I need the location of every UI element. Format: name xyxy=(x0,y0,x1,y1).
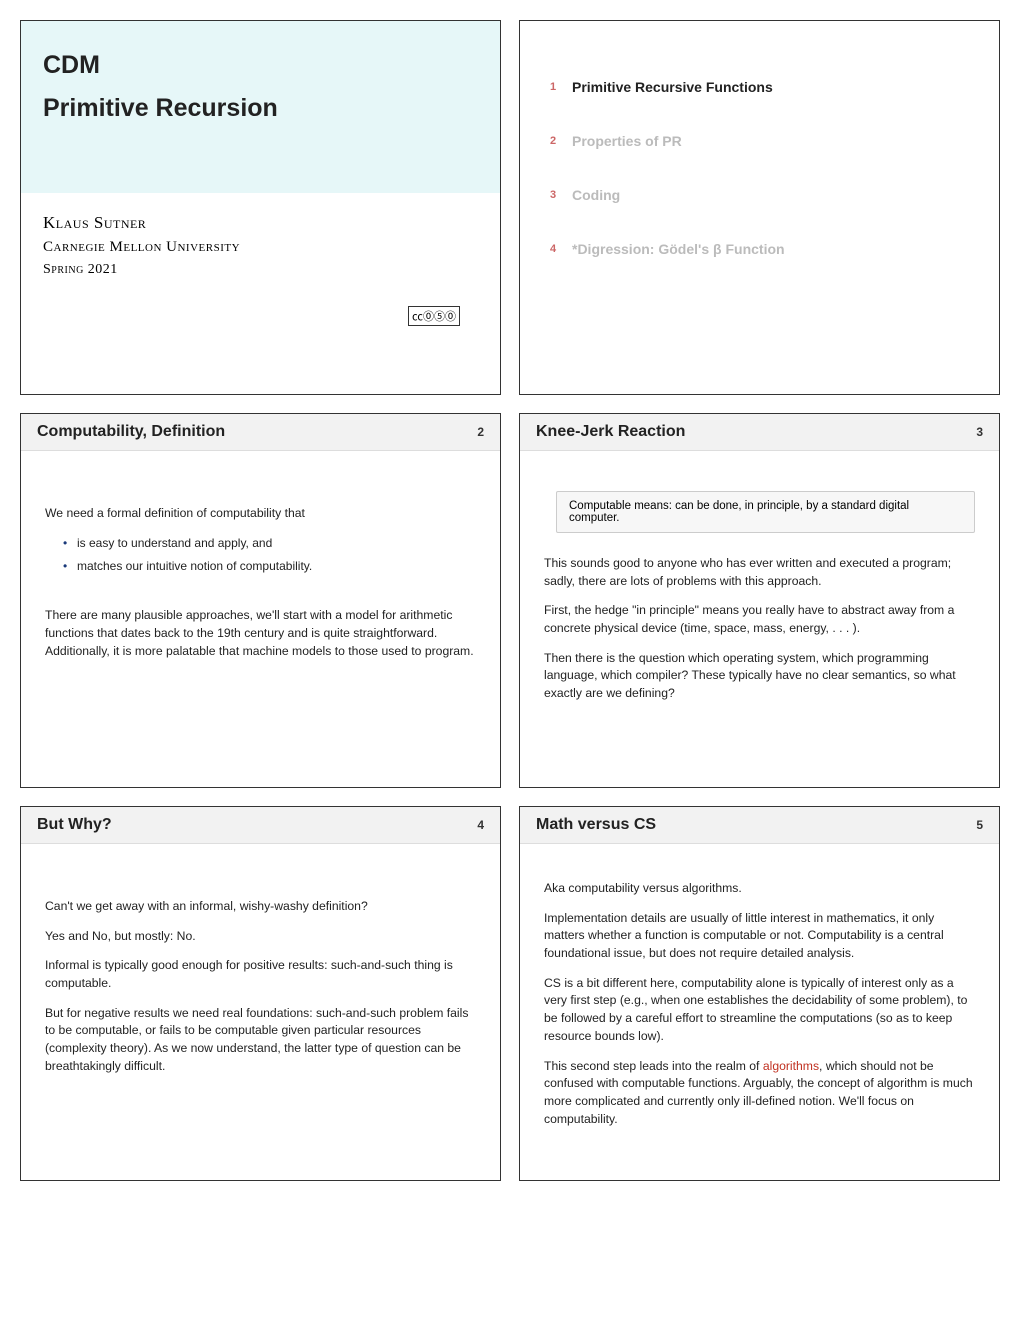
paragraph: Then there is the question which operati… xyxy=(544,650,975,703)
toc-label: *Digression: Gödel's β Function xyxy=(572,241,785,257)
slide-number: 3 xyxy=(976,425,983,439)
paragraph: CS is a bit different here, computabilit… xyxy=(544,975,975,1046)
course-code: CDM xyxy=(43,51,478,80)
paragraph: We need a formal definition of computabi… xyxy=(45,505,476,523)
toc-num: 4 xyxy=(550,241,560,257)
toc-num: 3 xyxy=(550,187,560,203)
paragraph: Yes and No, but mostly: No. xyxy=(45,928,476,946)
title-slide: CDM Primitive Recursion Klaus Sutner Car… xyxy=(20,20,501,395)
toc-slide: 1 Primitive Recursive Functions 2 Proper… xyxy=(519,20,1000,395)
slide-header: Math versus CS 5 xyxy=(520,807,999,844)
paragraph: This second step leads into the realm of… xyxy=(544,1058,975,1129)
text: This second step leads into the realm of xyxy=(544,1059,763,1073)
slide-title: Computability, Definition xyxy=(37,423,225,441)
callout-box: Computable means: can be done, in princi… xyxy=(556,491,975,533)
slide-body: This sounds good to anyone who has ever … xyxy=(520,551,999,733)
term: Spring 2021 xyxy=(43,262,478,278)
toc-label-text: *Digression: Gödel's β Function xyxy=(572,241,785,257)
toc-label: Coding xyxy=(572,187,620,203)
slide-grid: CDM Primitive Recursion Klaus Sutner Car… xyxy=(20,20,1000,1181)
slide-title: Math versus CS xyxy=(536,816,656,834)
toc-label: Primitive Recursive Functions xyxy=(572,79,773,95)
bullet: matches our intuitive notion of computab… xyxy=(63,558,476,575)
paragraph: This sounds good to anyone who has ever … xyxy=(544,555,975,590)
slide-header: Computability, Definition 2 xyxy=(21,414,500,451)
paragraph: Aka computability versus algorithms. xyxy=(544,880,975,898)
toc-list: 1 Primitive Recursive Functions 2 Proper… xyxy=(520,21,999,315)
slide-body: Aka computability versus algorithms. Imp… xyxy=(520,844,999,1158)
paragraph: Can't we get away with an informal, wish… xyxy=(45,898,476,916)
toc-num: 2 xyxy=(550,133,560,149)
slide-title: But Why? xyxy=(37,816,112,834)
slide-number: 5 xyxy=(976,818,983,832)
slide-4: But Why? 4 Can't we get away with an inf… xyxy=(20,806,501,1181)
paragraph: Implementation details are usually of li… xyxy=(544,910,975,963)
slide-title: Knee-Jerk Reaction xyxy=(536,423,685,441)
paragraph: But for negative results we need real fo… xyxy=(45,1005,476,1076)
toc-item-2: 2 Properties of PR xyxy=(550,133,969,149)
university: Carnegie Mellon University xyxy=(43,239,478,256)
slide-body: We need a formal definition of computabi… xyxy=(21,451,500,691)
slide-header: But Why? 4 xyxy=(21,807,500,844)
toc-label: Properties of PR xyxy=(572,133,682,149)
slide-5: Math versus CS 5 Aka computability versu… xyxy=(519,806,1000,1181)
lecture-title: Primitive Recursion xyxy=(43,94,478,123)
emphasis-algorithms: algorithms xyxy=(763,1059,819,1073)
author-block: Klaus Sutner Carnegie Mellon University … xyxy=(21,193,500,298)
slide-body: Can't we get away with an informal, wish… xyxy=(21,844,500,1106)
toc-num: 1 xyxy=(550,79,560,95)
slide-header: Knee-Jerk Reaction 3 xyxy=(520,414,999,451)
slide-number: 4 xyxy=(477,818,484,832)
paragraph: Informal is typically good enough for po… xyxy=(45,957,476,992)
slide-3: Knee-Jerk Reaction 3 Computable means: c… xyxy=(519,413,1000,788)
bullet: is easy to understand and apply, and xyxy=(63,535,476,552)
toc-item-3: 3 Coding xyxy=(550,187,969,203)
paragraph: There are many plausible approaches, we'… xyxy=(45,607,476,660)
bullet-list: is easy to understand and apply, and mat… xyxy=(63,535,476,576)
toc-item-4: 4 *Digression: Gödel's β Function xyxy=(550,241,969,257)
author-name: Klaus Sutner xyxy=(43,213,478,233)
toc-item-1: 1 Primitive Recursive Functions xyxy=(550,79,969,95)
paragraph: First, the hedge "in principle" means yo… xyxy=(544,602,975,637)
cc-license-icon: ㏄⓪⑤⓪ xyxy=(408,306,460,326)
slide-2: Computability, Definition 2 We need a fo… xyxy=(20,413,501,788)
title-banner: CDM Primitive Recursion xyxy=(21,21,500,193)
slide-number: 2 xyxy=(477,425,484,439)
